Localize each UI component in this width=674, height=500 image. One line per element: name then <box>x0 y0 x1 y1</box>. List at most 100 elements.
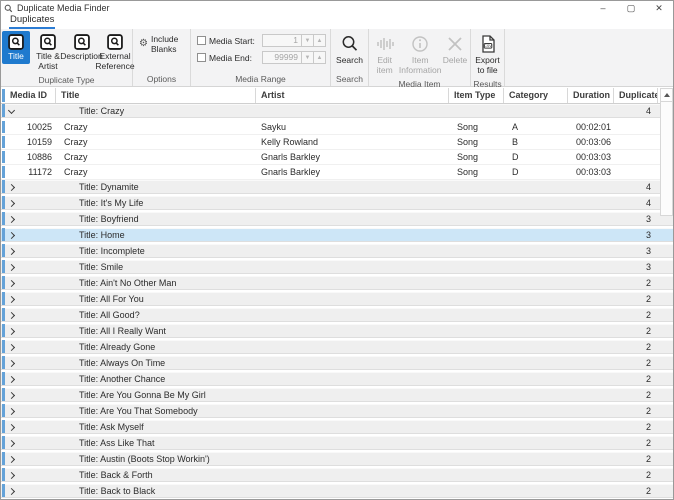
group-row[interactable]: Title: Dynamite4 <box>1 180 673 196</box>
csv-file-icon: CSV <box>478 34 498 54</box>
chevron-right-icon[interactable] <box>8 344 15 351</box>
chevron-right-icon[interactable] <box>8 312 15 319</box>
group-search: Search Search <box>331 29 369 86</box>
chevron-right-icon[interactable] <box>8 472 15 479</box>
group-row[interactable]: Title: It's My Life4 <box>1 196 673 212</box>
chevron-right-icon[interactable] <box>8 424 15 431</box>
group-duplicates-count: 3 <box>646 262 651 272</box>
column-header-title[interactable]: Title <box>56 88 256 103</box>
group-row[interactable]: Title: All I Really Want2 <box>1 324 673 340</box>
group-row[interactable]: Title: Another Chance2 <box>1 372 673 388</box>
cell-media-id: 10025 <box>1 120 56 134</box>
chevron-right-icon[interactable] <box>8 248 15 255</box>
chevron-right-icon[interactable] <box>8 216 15 223</box>
group-row[interactable]: Title: Austin (Boots Stop Workin')2 <box>1 452 673 468</box>
info-icon <box>410 34 430 54</box>
group-duplicates-count: 2 <box>646 374 651 384</box>
cell-category: D <box>504 165 568 179</box>
group-row[interactable]: Title: Smile3 <box>1 260 673 276</box>
chevron-right-icon[interactable] <box>8 456 15 463</box>
group-row[interactable]: Title: Incomplete3 <box>1 244 673 260</box>
media-item-row[interactable]: 10886CrazyGnarls BarkleySongD00:03:03 <box>1 150 673 165</box>
chevron-right-icon[interactable] <box>8 376 15 383</box>
group-row[interactable]: Title: Back & Forth2 <box>1 468 673 484</box>
boxed-magnifier-icon <box>74 34 90 50</box>
app-window: Duplicate Media Finder – ▢ ✕ Duplicates … <box>0 0 674 500</box>
delete-button[interactable]: Delete <box>441 31 469 68</box>
chevron-right-icon[interactable] <box>8 200 15 207</box>
chevron-right-icon[interactable] <box>8 264 15 271</box>
chevron-right-icon[interactable] <box>8 392 15 399</box>
column-header-category[interactable]: Category <box>504 88 568 103</box>
duplicate-type-title-button[interactable]: Title <box>2 31 30 64</box>
column-header-media-id[interactable]: Media ID <box>1 88 56 103</box>
search-button[interactable]: Search <box>334 31 365 68</box>
group-duplicates-count: 4 <box>646 182 651 192</box>
include-blanks-button[interactable]: ⚙ Include Blanks <box>137 31 190 57</box>
duplicates-grid: Media IDTitleArtistItem TypeCategoryDura… <box>1 88 673 499</box>
group-row[interactable]: Title: Are You Gonna Be My Girl2 <box>1 388 673 404</box>
group-row[interactable]: Title: Back to Black2 <box>1 484 673 500</box>
group-label-options: Options <box>133 73 190 86</box>
scrollbar-thumb[interactable] <box>660 102 673 216</box>
media-start-input[interactable]: 1 <box>262 34 302 47</box>
window-title: Duplicate Media Finder <box>17 3 589 13</box>
chevron-down-icon[interactable] <box>8 107 15 114</box>
media-start-up-button[interactable]: ▲ <box>314 34 326 47</box>
media-item-row[interactable]: 11172CrazyGnarls BarkleySongD00:03:03 <box>1 165 673 180</box>
chevron-right-icon[interactable] <box>8 280 15 287</box>
minimize-button[interactable]: – <box>589 1 617 15</box>
export-to-file-button[interactable]: CSV Export to file <box>472 31 503 78</box>
vertical-scrollbar[interactable] <box>659 88 673 499</box>
tab-duplicates[interactable]: Duplicates <box>9 14 55 29</box>
chevron-right-icon[interactable] <box>8 232 15 239</box>
scrollbar-up-button[interactable] <box>660 88 673 102</box>
group-row[interactable]: Title: Always On Time2 <box>1 356 673 372</box>
duplicate-type-external-reference-button[interactable]: External Reference <box>99 31 131 74</box>
item-information-button[interactable]: Item Information <box>401 31 439 78</box>
group-row[interactable]: Title: Already Gone2 <box>1 340 673 356</box>
cell-duplicates <box>614 120 658 134</box>
chevron-right-icon[interactable] <box>8 184 15 191</box>
group-row[interactable]: Title: All For You2 <box>1 292 673 308</box>
column-header-item-type[interactable]: Item Type <box>449 88 504 103</box>
cell-artist: Gnarls Barkley <box>256 150 449 164</box>
group-row[interactable]: Title: Ass Like That2 <box>1 436 673 452</box>
duplicate-type-description-button[interactable]: Description <box>66 31 97 64</box>
group-row[interactable]: Title: Crazy4 <box>1 104 673 120</box>
group-row[interactable]: Title: Home3 <box>1 228 673 244</box>
edit-item-button[interactable]: Edit item <box>370 31 399 78</box>
chevron-right-icon[interactable] <box>8 440 15 447</box>
column-header-duplicates[interactable]: Duplicates <box>614 88 658 103</box>
chevron-right-icon[interactable] <box>8 488 15 495</box>
delete-x-icon <box>445 34 465 54</box>
group-duplicates-count: 2 <box>646 406 651 416</box>
group-duplicates-count: 4 <box>646 198 651 208</box>
chevron-right-icon[interactable] <box>8 408 15 415</box>
group-row[interactable]: Title: All Good?2 <box>1 308 673 324</box>
group-row[interactable]: Title: Ask Myself2 <box>1 420 673 436</box>
close-button[interactable]: ✕ <box>645 1 673 15</box>
media-item-row[interactable]: 10025CrazySaykuSongA00:02:01 <box>1 120 673 135</box>
duplicate-type-title-artist-button[interactable]: Title & Artist <box>32 31 64 74</box>
column-header-artist[interactable]: Artist <box>256 88 449 103</box>
media-end-up-button[interactable]: ▲ <box>314 51 326 64</box>
group-row[interactable]: Title: Are You That Somebody2 <box>1 404 673 420</box>
maximize-button[interactable]: ▢ <box>617 1 645 15</box>
chevron-right-icon[interactable] <box>8 296 15 303</box>
media-start-checkbox[interactable] <box>197 36 206 45</box>
media-start-down-button[interactable]: ▼ <box>302 34 314 47</box>
media-item-row[interactable]: 10159CrazyKelly RowlandSongB00:03:06 <box>1 135 673 150</box>
group-label-search: Search <box>331 73 368 86</box>
group-duplicates-count: 2 <box>646 342 651 352</box>
column-header-duration[interactable]: Duration <box>568 88 614 103</box>
group-duplicates-count: 2 <box>646 294 651 304</box>
group-row[interactable]: Title: Boyfriend3 <box>1 212 673 228</box>
chevron-right-icon[interactable] <box>8 360 15 367</box>
group-row[interactable]: Title: Ain't No Other Man2 <box>1 276 673 292</box>
media-end-checkbox[interactable] <box>197 53 206 62</box>
group-media-item: Edit item Item Information Delete <box>369 29 471 86</box>
media-end-down-button[interactable]: ▼ <box>302 51 314 64</box>
chevron-right-icon[interactable] <box>8 328 15 335</box>
media-end-input[interactable]: 99999 <box>262 51 302 64</box>
